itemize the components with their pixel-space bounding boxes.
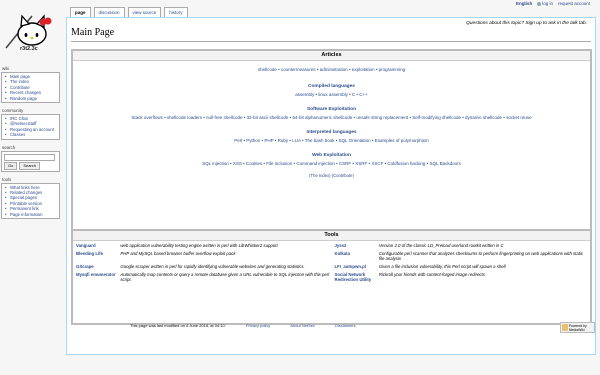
sidebar: wiki Main page The index Contribute Rece… (0, 66, 62, 224)
language-link[interactable]: English (516, 1, 532, 6)
tool-description: Given a file inclusion vulnerability, th… (378, 263, 506, 269)
tool-description: Automatically map contents or query a re… (120, 271, 330, 282)
tool-description: Rickroll your friends with content-forge… (378, 271, 485, 277)
go-button[interactable]: Go (4, 161, 18, 170)
mediawiki-icon (562, 324, 568, 331)
sidebar-item-page-information[interactable]: Page information (4, 212, 57, 218)
table-row: Vanguard web application vulnerability t… (73, 242, 590, 250)
tool-description: PHP and MySQL based browser buffer overf… (120, 250, 236, 256)
logo-text: r3t2.3c (20, 46, 38, 52)
user-icon (537, 1, 542, 6)
disclaimers-link[interactable]: Disclaimers (335, 323, 356, 328)
request-account-link[interactable]: request account (558, 1, 590, 6)
site-notice-text-end: to ask in the talk tab. (543, 21, 587, 26)
portlet-heading: community (2, 108, 24, 114)
portlet-tools: tools What links here Related changes Sp… (0, 176, 62, 220)
portlet-body: Go Search (1, 150, 60, 172)
site-notice-text: Questions about this topic? (466, 21, 525, 26)
tool-description: Version 2.0 of the classic LD_Preload us… (378, 243, 504, 249)
tool-name[interactable]: Social Network Redirection Utility (331, 270, 376, 283)
privacy-policy-link[interactable]: Privacy policy (246, 323, 270, 328)
tab-view-source[interactable]: view source (127, 7, 162, 17)
powered-by-label: Powered by MediaWiki (568, 323, 587, 332)
articles-box: Articles shellcode • countermeasures • a… (71, 49, 592, 231)
login-label: log in (542, 1, 553, 6)
portlet-search: search Go Search (0, 145, 62, 172)
section-links[interactable]: SQL injection • XSS • Cookies • File inc… (73, 161, 590, 167)
tool-name[interactable]: Jyss2 (331, 242, 376, 250)
tab-page[interactable]: page (70, 7, 91, 17)
tool-name[interactable]: GScrape (73, 263, 118, 271)
tool-name[interactable]: LFI_autopwn.pl (331, 263, 376, 271)
sidebar-item-classes[interactable]: Classes (4, 132, 57, 138)
site-notice: Questions about this topic? Sign up to a… (466, 21, 587, 26)
portlet-heading: search (2, 144, 16, 150)
section-title[interactable]: Web Exploitation (73, 153, 590, 158)
portlet-heading: tools (2, 176, 12, 182)
articles-heading: Articles (73, 51, 590, 61)
content-area: Questions about this topic? Sign up to a… (66, 17, 596, 355)
search-input[interactable] (4, 153, 55, 161)
section-title[interactable]: Interpreted languages (73, 130, 590, 135)
about-link[interactable]: About NetSec (290, 323, 315, 328)
tool-name[interactable]: Bleeding Life (73, 250, 118, 263)
tool-name[interactable]: Kolkata (331, 250, 376, 263)
section-title[interactable]: Compiled languages (73, 84, 590, 89)
powered-by-mediawiki-badge[interactable]: Powered by MediaWiki (560, 322, 595, 333)
tool-description: Configurable perl scanner that analyzes … (378, 250, 584, 262)
portlet-body: IRC Chat @NetsecStaff Requesting an acco… (1, 114, 60, 140)
section-links[interactable]: Stack overflows • shellcode loaders • nu… (73, 115, 590, 121)
portlet-community: community IRC Chat @NetsecStaff Requesti… (0, 108, 62, 140)
tools-box: Tools Vanguard web application vulnerabi… (71, 229, 592, 325)
section-links[interactable]: Perl • Python • PHP • Ruby • LUA • The b… (73, 138, 590, 144)
page-title: Main Page (71, 27, 115, 38)
tools-heading: Tools (73, 231, 590, 241)
sidebar-item-random-page[interactable]: Random page (4, 96, 57, 102)
article-topic-links[interactable]: shellcode • countermeasures • administra… (73, 67, 590, 73)
tab-discussion[interactable]: discussion (93, 7, 125, 17)
search-buttons: Go Search (4, 161, 57, 170)
tool-description: Google scraper written in perl for rapid… (120, 263, 305, 269)
section-title[interactable]: Software Exploitation (73, 107, 590, 112)
sign-up-link[interactable]: Sign up (525, 21, 541, 26)
search-button[interactable]: Search (19, 161, 41, 170)
tool-description: web application vulnerability testing en… (120, 243, 278, 249)
section-links[interactable]: assembly • linux assembly • C • C++ (73, 92, 590, 98)
portlet-body: Main page The index Contribute Recent ch… (1, 72, 60, 104)
page-tabs: page discussion view source history (70, 7, 188, 17)
portlet-wiki: wiki Main page The index Contribute Rece… (0, 66, 62, 104)
last-modified-text: This page was last modified on 4 June 20… (130, 323, 226, 328)
login-link[interactable]: log in (537, 1, 553, 6)
title-divider (71, 41, 591, 42)
table-row: GScrape Google scraper written in perl f… (73, 263, 590, 271)
tools-table: Vanguard web application vulnerability t… (73, 242, 590, 283)
tab-history[interactable]: history (164, 7, 188, 17)
table-row: Mysqfi emumerator Automatically map cont… (73, 270, 590, 283)
portlet-body: What links here Related changes Special … (1, 182, 60, 220)
index-contribute-links[interactable]: (The Index) (Contribute) (73, 173, 590, 178)
tool-name[interactable]: Mysqfi emumerator (73, 270, 118, 283)
footer: This page was last modified on 4 June 20… (130, 323, 356, 328)
table-row: Bleeding Life PHP and MySQL based browse… (73, 250, 590, 263)
personal-tools: English log in request account (516, 1, 590, 6)
portlet-heading: wiki (2, 66, 10, 71)
tool-name[interactable]: Vanguard (73, 242, 118, 250)
